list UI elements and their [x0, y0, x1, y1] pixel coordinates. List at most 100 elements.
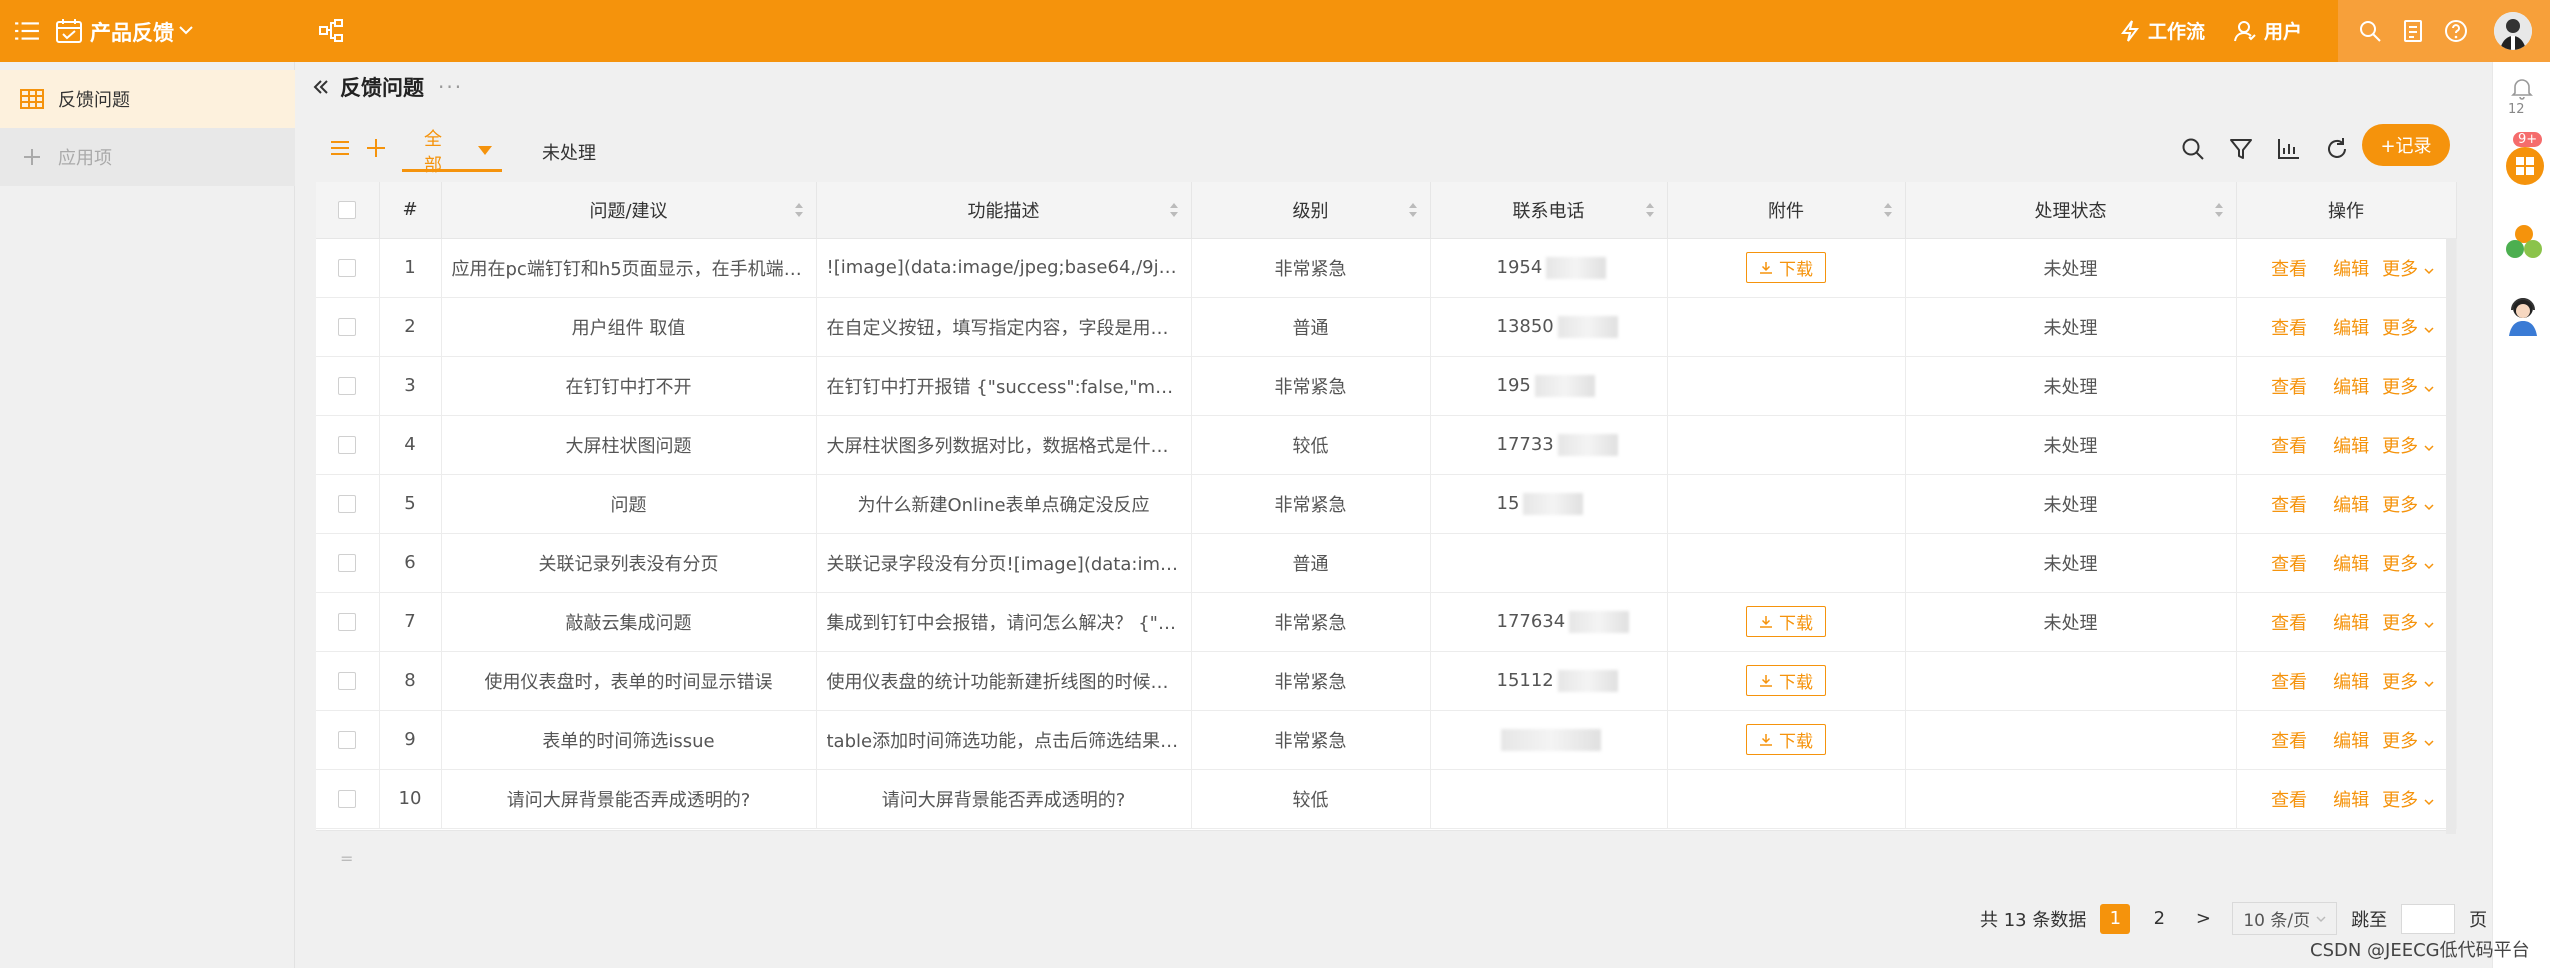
- attachment-cell[interactable]: [1667, 297, 1906, 357]
- support-agent-icon[interactable]: [2503, 294, 2543, 336]
- filter-icon[interactable]: [2228, 136, 2254, 162]
- level-cell[interactable]: 非常紧急: [1191, 710, 1431, 770]
- more-button[interactable]: 更多: [2382, 554, 2434, 575]
- more-button[interactable]: 更多: [2382, 377, 2434, 398]
- row-checkbox[interactable]: [338, 377, 357, 395]
- phone-cell[interactable]: 15: [1430, 474, 1668, 534]
- level-cell[interactable]: 普通: [1191, 297, 1431, 357]
- edit-button[interactable]: 编辑: [2333, 259, 2369, 280]
- attachment-cell[interactable]: 下载: [1667, 710, 1906, 770]
- community-icon[interactable]: [2505, 222, 2543, 260]
- row-select-cell[interactable]: [316, 356, 380, 416]
- attachment-cell[interactable]: 下载: [1667, 592, 1906, 652]
- edit-button[interactable]: 编辑: [2333, 790, 2369, 811]
- desc-cell[interactable]: 为什么新建Online表单点确定没反应: [816, 474, 1192, 534]
- row-checkbox[interactable]: [338, 436, 357, 454]
- status-cell[interactable]: [1905, 769, 2237, 829]
- desc-cell[interactable]: 大屏柱状图多列数据对比，数据格式是什么...: [816, 415, 1192, 475]
- chevron-down-icon[interactable]: [178, 22, 194, 38]
- column-header-phone[interactable]: 联系电话: [1430, 182, 1668, 239]
- more-button[interactable]: 更多: [2382, 790, 2434, 811]
- issue-cell[interactable]: 请问大屏背景能否弄成透明的?: [441, 769, 817, 829]
- issue-cell[interactable]: 使用仪表盘时，表单的时间显示错误: [441, 651, 817, 711]
- help-icon[interactable]: [2444, 19, 2468, 43]
- select-all-cell[interactable]: [316, 182, 380, 239]
- level-cell[interactable]: 非常紧急: [1191, 238, 1431, 298]
- table-row[interactable]: 7 敲敲云集成问题 集成到钉钉中会报错，请问怎么解决？ {"suc... 非常紧急 17…: [316, 592, 2457, 652]
- phone-cell[interactable]: 1954: [1430, 238, 1668, 298]
- issue-cell[interactable]: 大屏柱状图问题: [441, 415, 817, 475]
- tab-unprocessed[interactable]: 未处理: [542, 132, 596, 172]
- level-cell[interactable]: 较低: [1191, 769, 1431, 829]
- attachment-cell[interactable]: 下载: [1667, 238, 1906, 298]
- view-button[interactable]: 查看: [2271, 672, 2307, 693]
- more-dots[interactable]: ···: [438, 75, 463, 99]
- jump-page-input[interactable]: [2401, 903, 2456, 934]
- desc-cell[interactable]: table添加时间筛选功能，点击后筛选结果为...: [816, 710, 1192, 770]
- vertical-scrollbar[interactable]: [2446, 238, 2456, 834]
- row-select-cell[interactable]: [316, 592, 380, 652]
- more-button[interactable]: 更多: [2382, 436, 2434, 457]
- more-button[interactable]: 更多: [2382, 318, 2434, 339]
- sort-icon[interactable]: [1883, 202, 1893, 218]
- table-row[interactable]: 5 问题 为什么新建Online表单点确定没反应 非常紧急 15 未处理 查看 编辑 更多: [316, 474, 2457, 534]
- attachment-cell[interactable]: [1667, 356, 1906, 416]
- phone-cell[interactable]: [1430, 769, 1668, 829]
- next-page-button[interactable]: >: [2188, 904, 2218, 934]
- status-cell[interactable]: 未处理: [1905, 356, 2237, 416]
- select-all-checkbox[interactable]: [338, 201, 357, 220]
- issue-cell[interactable]: 在钉钉中打不开: [441, 356, 817, 416]
- table-row[interactable]: 4 大屏柱状图问题 大屏柱状图多列数据对比，数据格式是什么... 较低 17733 未处理…: [316, 415, 2457, 475]
- edit-button[interactable]: 编辑: [2333, 731, 2369, 752]
- desc-cell[interactable]: 集成到钉钉中会报错，请问怎么解决？ {"suc...: [816, 592, 1192, 652]
- issue-cell[interactable]: 用户组件 取值: [441, 297, 817, 357]
- table-row[interactable]: 10 请问大屏背景能否弄成透明的? 请问大屏背景能否弄成透明的? 较低 查看 编辑 更多: [316, 769, 2457, 829]
- status-cell[interactable]: [1905, 710, 2237, 770]
- sidebar-item-feedback[interactable]: 反馈问题: [0, 70, 295, 128]
- level-cell[interactable]: 非常紧急: [1191, 651, 1431, 711]
- more-button[interactable]: 更多: [2382, 495, 2434, 516]
- edit-button[interactable]: 编辑: [2333, 377, 2369, 398]
- view-button[interactable]: 查看: [2271, 613, 2307, 634]
- desc-cell[interactable]: 关联记录字段没有分页![image](data:image/...: [816, 533, 1192, 593]
- row-checkbox[interactable]: [338, 318, 357, 336]
- list-icon[interactable]: [328, 136, 352, 160]
- view-button[interactable]: 查看: [2271, 377, 2307, 398]
- view-button[interactable]: 查看: [2271, 259, 2307, 280]
- sidebar-item-app[interactable]: 应用项: [0, 128, 295, 186]
- row-checkbox[interactable]: [338, 554, 357, 572]
- status-cell[interactable]: 未处理: [1905, 297, 2237, 357]
- page-2-button[interactable]: 2: [2144, 904, 2174, 934]
- phone-cell[interactable]: 177634: [1430, 592, 1668, 652]
- column-header-attach[interactable]: 附件: [1667, 182, 1906, 239]
- desc-cell[interactable]: ![image](data:image/jpeg;base64,/9j/4AAQ…: [816, 238, 1192, 298]
- row-select-cell[interactable]: [316, 474, 380, 534]
- edit-button[interactable]: 编辑: [2333, 318, 2369, 339]
- row-select-cell[interactable]: [316, 238, 380, 298]
- row-checkbox[interactable]: [338, 495, 357, 513]
- more-button[interactable]: 更多: [2382, 731, 2434, 752]
- bell-icon[interactable]: [2510, 76, 2534, 100]
- attachment-cell[interactable]: [1667, 474, 1906, 534]
- row-checkbox[interactable]: [338, 790, 357, 808]
- desc-cell[interactable]: 使用仪表盘的统计功能新建折线图的时候，x...: [816, 651, 1192, 711]
- sort-icon[interactable]: [1645, 202, 1655, 218]
- sort-icon[interactable]: [2214, 202, 2224, 218]
- row-select-cell[interactable]: [316, 769, 380, 829]
- row-checkbox[interactable]: [338, 672, 357, 690]
- issue-cell[interactable]: 关联记录列表没有分页: [441, 533, 817, 593]
- add-record-button[interactable]: +记录: [2362, 124, 2450, 166]
- issue-cell[interactable]: 敲敲云集成问题: [441, 592, 817, 652]
- apps-icon[interactable]: [2505, 146, 2545, 186]
- view-button[interactable]: 查看: [2271, 436, 2307, 457]
- download-button[interactable]: 下载: [1746, 252, 1826, 283]
- double-chevron-left-icon[interactable]: [312, 78, 330, 96]
- table-row[interactable]: 9 表单的时间筛选issue table添加时间筛选功能，点击后筛选结果为... 非常…: [316, 710, 2457, 770]
- user-avatar[interactable]: [2494, 12, 2532, 50]
- phone-cell[interactable]: [1430, 533, 1668, 593]
- table-row[interactable]: 2 用户组件 取值 在自定义按钮，填写指定内容，字段是用户... 普通 13850 未处理…: [316, 297, 2457, 357]
- phone-cell[interactable]: 17733: [1430, 415, 1668, 475]
- workflow-link[interactable]: 工作流: [2120, 17, 2205, 44]
- column-header-status[interactable]: 处理状态: [1905, 182, 2237, 239]
- row-select-cell[interactable]: [316, 297, 380, 357]
